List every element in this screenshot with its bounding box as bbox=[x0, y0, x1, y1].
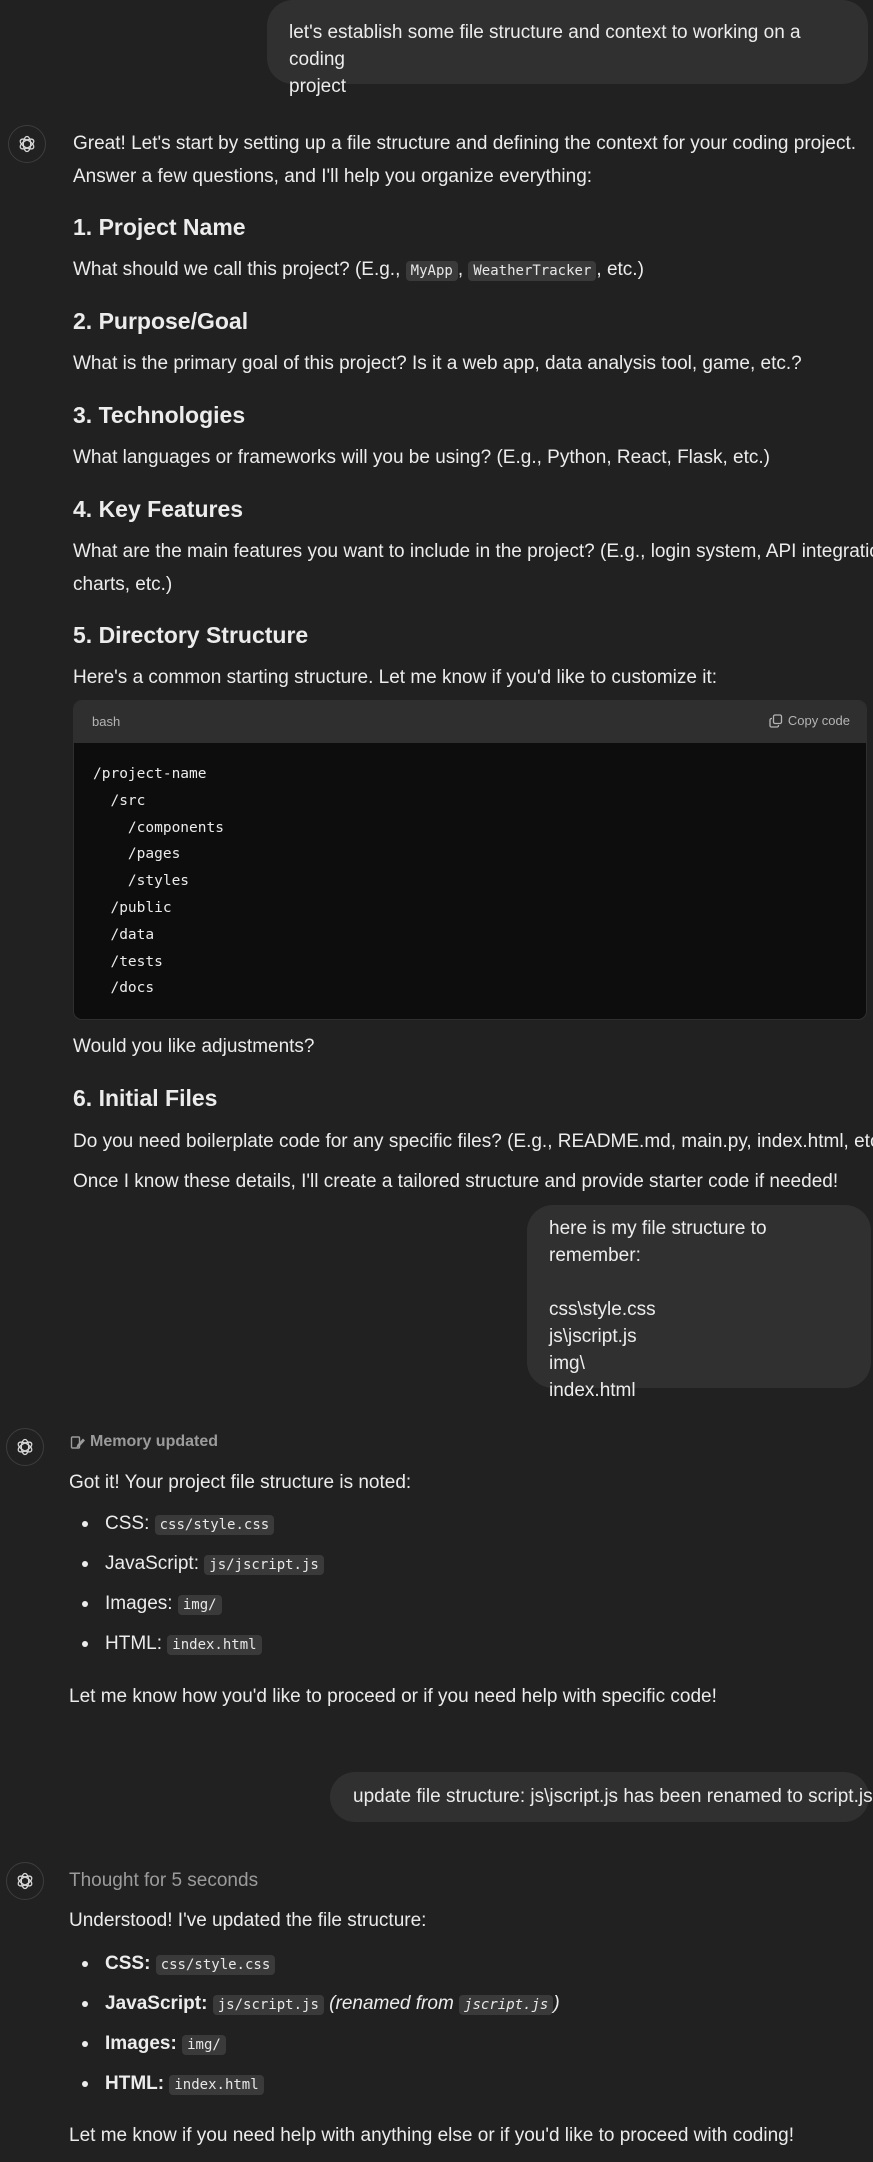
code-block-body: /project-name /src /components /pages /s… bbox=[74, 743, 866, 1019]
list-item: CSS: css/style.css bbox=[70, 1944, 560, 1984]
user-message-1-line-2: project bbox=[289, 76, 347, 97]
rename-note-prefix: (renamed from bbox=[329, 1993, 460, 2014]
copy-icon bbox=[769, 713, 782, 728]
inline-code: css/style.css bbox=[154, 1515, 275, 1535]
section-text-technologies: What languages or frameworks will you be… bbox=[73, 447, 770, 468]
inline-code: css/style.css bbox=[155, 1955, 276, 1975]
list-item: JavaScript: js/script.js (renamed from j… bbox=[70, 1984, 560, 2024]
section-text-directory-structure: Here's a common starting structure. Let … bbox=[73, 667, 718, 688]
inline-code: img/ bbox=[177, 1595, 222, 1615]
list-item: HTML: index.html bbox=[70, 2064, 560, 2104]
copy-code-label: Copy code bbox=[787, 713, 850, 728]
section-text-key-features-line-2: charts, etc.) bbox=[73, 574, 173, 595]
inline-code-weathertracker: WeatherTracker bbox=[468, 261, 597, 281]
openai-logo-icon bbox=[19, 135, 35, 153]
user-message-2-line-5: index.html bbox=[549, 1380, 636, 1401]
list-item: CSS: css/style.css bbox=[70, 1504, 324, 1544]
assistant-intro-line-1: Great! Let's start by setting up a file … bbox=[73, 133, 857, 154]
code-content: /project-name /src /components /pages /s… bbox=[93, 766, 224, 997]
section-text-key-features-line-1: What are the main features you want to i… bbox=[73, 541, 873, 562]
rename-note: (renamed from jscript.js) bbox=[329, 1993, 560, 2015]
assistant-closing-text: Once I know these details, I'll create a… bbox=[73, 1171, 839, 1192]
assistant-avatar bbox=[8, 125, 46, 163]
assistant-avatar bbox=[6, 1428, 44, 1466]
updated-file-structure-list: CSS: css/style.css JavaScript: js/script… bbox=[70, 1944, 560, 2104]
memory-updated-indicator[interactable]: Memory updated bbox=[70, 1433, 218, 1451]
assistant-message-4-closing: Let me know if you need help with anythi… bbox=[69, 2125, 794, 2146]
user-message-2-line-2: css\style.css bbox=[549, 1299, 656, 1320]
user-message-2-line-1: here is my file structure to remember: bbox=[549, 1218, 767, 1266]
list-item: JavaScript: js/jscript.js bbox=[70, 1544, 324, 1584]
after-code-text: Would you like adjustments? bbox=[73, 1036, 315, 1057]
user-message-2-line-4: img\ bbox=[549, 1353, 585, 1374]
section-text-initial-files: Do you need boilerplate code for any spe… bbox=[73, 1131, 873, 1152]
user-message-3-text: update file structure: js\jscript.js has… bbox=[353, 1786, 873, 1807]
rename-note-suffix: ) bbox=[553, 1993, 560, 2014]
section-heading-project-name: 1. Project Name bbox=[73, 214, 246, 240]
code-block-header: bash Copy code bbox=[74, 701, 866, 743]
assistant-message-3-closing: Let me know how you'd like to proceed or… bbox=[69, 1686, 717, 1707]
list-item-label: HTML: bbox=[105, 2073, 165, 2094]
assistant-message-4-intro: Understood! I've updated the file struct… bbox=[69, 1910, 427, 1931]
file-structure-list: CSS: css/style.css JavaScript: js/jscrip… bbox=[70, 1504, 324, 1664]
section-heading-key-features: 4. Key Features bbox=[73, 496, 244, 522]
memory-updated-label: Memory updated bbox=[90, 1433, 219, 1450]
memory-edit-icon bbox=[70, 1435, 85, 1449]
list-item-label: Images: bbox=[105, 1593, 178, 1614]
section-heading-directory-structure: 5. Directory Structure bbox=[73, 622, 309, 648]
user-message-1-line-1: let's establish some file structure and … bbox=[289, 22, 801, 70]
list-item-label: Images: bbox=[105, 2033, 177, 2054]
inline-code: js/script.js bbox=[212, 1995, 324, 2015]
user-message-1: let's establish some file structure and … bbox=[267, 0, 868, 97]
code-block: bash Copy code /project-name /src /compo… bbox=[73, 700, 867, 1020]
list-item: Images: img/ bbox=[70, 1584, 324, 1624]
section-heading-technologies: 3. Technologies bbox=[73, 402, 246, 428]
user-message-2: here is my file structure to remember: c… bbox=[527, 1205, 871, 1401]
inline-code: index.html bbox=[169, 2075, 264, 2095]
thought-duration-toggle[interactable]: Thought for 5 seconds bbox=[69, 1864, 258, 1897]
inline-code: jscript.js bbox=[459, 1995, 554, 2015]
list-item-label: CSS: bbox=[105, 1513, 155, 1534]
list-item: HTML: index.html bbox=[70, 1624, 324, 1664]
user-message-3: update file structure: js\jscript.js has… bbox=[330, 1772, 873, 1822]
text-prefix: What should we call this project? (E.g., bbox=[73, 259, 406, 280]
user-message-2-line-3: js\jscript.js bbox=[549, 1326, 637, 1347]
list-item-label: HTML: bbox=[105, 1633, 168, 1654]
section-text-purpose: What is the primary goal of this project… bbox=[73, 353, 802, 374]
text-separator: , bbox=[457, 259, 469, 280]
openai-logo-icon bbox=[17, 1438, 33, 1456]
assistant-message-3-intro: Got it! Your project file structure is n… bbox=[69, 1472, 412, 1493]
list-item-label: JavaScript: bbox=[105, 1993, 208, 2014]
section-heading-purpose: 2. Purpose/Goal bbox=[73, 308, 249, 334]
assistant-intro-line-2: Answer a few questions, and I'll help yo… bbox=[73, 166, 593, 187]
list-item: Images: img/ bbox=[70, 2024, 560, 2064]
list-item-label: JavaScript: bbox=[105, 1553, 205, 1574]
inline-code-myapp: MyApp bbox=[405, 261, 458, 281]
text-suffix: , etc.) bbox=[596, 259, 644, 280]
inline-code: img/ bbox=[182, 2035, 226, 2055]
assistant-avatar bbox=[6, 1862, 44, 1900]
code-language-label: bash bbox=[92, 714, 121, 729]
copy-code-button[interactable]: Copy code bbox=[769, 713, 850, 728]
openai-logo-icon bbox=[17, 1872, 33, 1890]
section-text-project-name: What should we call this project? (E.g.,… bbox=[73, 253, 644, 288]
inline-code: js/jscript.js bbox=[204, 1555, 324, 1575]
section-heading-initial-files: 6. Initial Files bbox=[73, 1085, 218, 1111]
inline-code: index.html bbox=[167, 1635, 262, 1655]
list-item-label: CSS: bbox=[105, 1953, 151, 1974]
